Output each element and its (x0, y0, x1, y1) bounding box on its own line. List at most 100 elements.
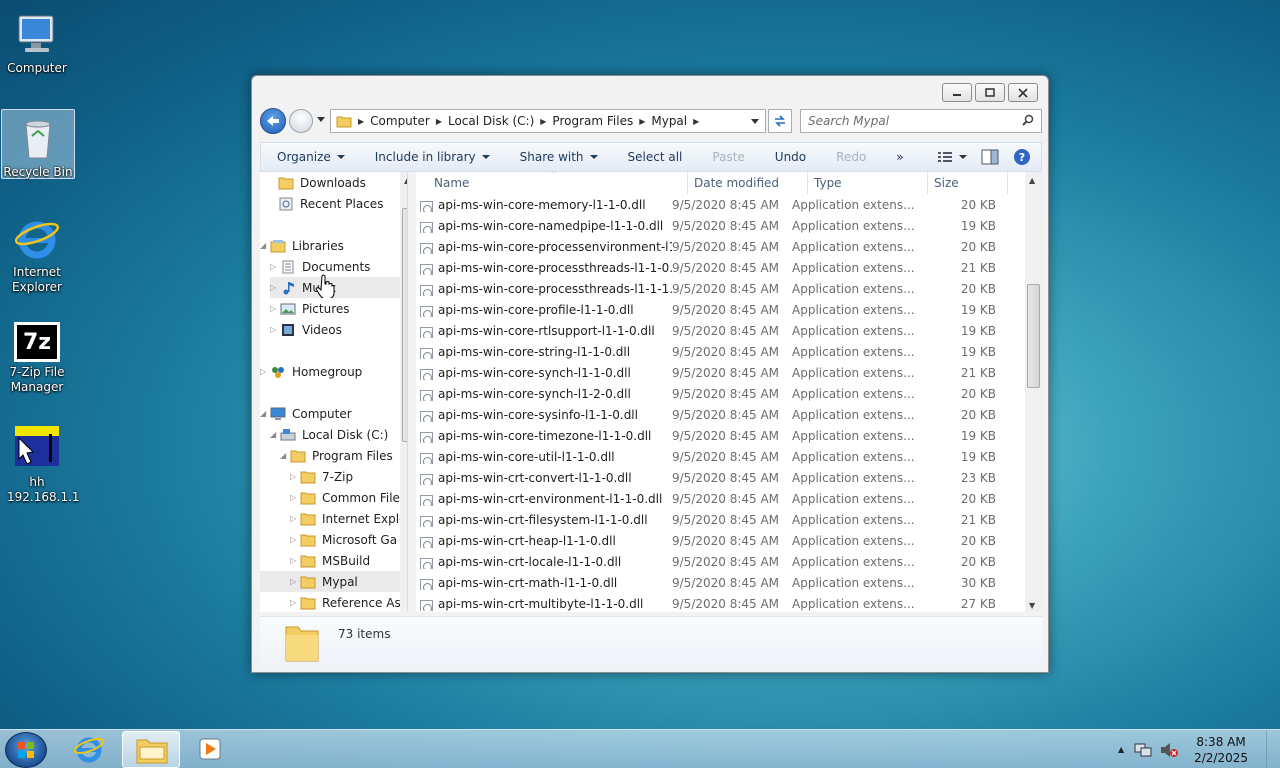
search-input[interactable]: Search Mypal (800, 109, 1042, 133)
nav-item-local-disk[interactable]: ◢ Local Disk (C:) (270, 424, 388, 445)
nav-item-music[interactable]: ▷ Music (270, 277, 400, 298)
nav-scrollbar[interactable]: ▲ (400, 172, 407, 612)
taskbar-windows-explorer[interactable] (122, 731, 180, 768)
expand-arrow-icon[interactable]: ▷ (260, 367, 270, 376)
nav-item-computer[interactable]: ◢ Computer (260, 403, 352, 424)
nav-item-folder-selected[interactable]: ▷ Mypal (260, 571, 400, 592)
nav-scrollbar-thumb[interactable] (402, 208, 407, 442)
expand-arrow-icon[interactable]: ▷ (270, 325, 280, 334)
nav-item-homegroup[interactable]: ▷ Homegroup (260, 361, 362, 382)
include-in-library-button[interactable]: Include in library (375, 150, 490, 164)
file-row[interactable]: api-ms-win-core-memory-l1-1-0.dll 9/5/202… (416, 194, 1026, 215)
column-header-date[interactable]: Date modified (688, 172, 808, 194)
taskbar-media-player[interactable] (182, 731, 240, 768)
nav-item-folder[interactable]: ▷ Microsoft Ga (290, 529, 397, 550)
desktop-icon-7zip[interactable]: 7z 7-Zip File Manager (0, 318, 74, 395)
show-desktop-button[interactable] (1266, 730, 1280, 768)
breadcrumb-mypal[interactable]: Mypal (647, 114, 691, 128)
expand-arrow-icon[interactable]: ▷ (290, 472, 300, 481)
expand-arrow-icon[interactable]: ▷ (290, 493, 300, 502)
nav-item-program-files[interactable]: ◢ Program Files (280, 445, 393, 466)
back-button[interactable] (260, 108, 286, 134)
organize-button[interactable]: Organize (277, 150, 345, 164)
breadcrumb-program-files[interactable]: Program Files (548, 114, 637, 128)
file-list-scrollbar[interactable]: ▲ ▼ (1025, 172, 1042, 612)
file-row[interactable]: api-ms-win-core-synch-l1-2-0.dll 9/5/2020… (416, 383, 1026, 404)
file-row[interactable]: api-ms-win-crt-environment-l1-1-0.dll 9/5… (416, 488, 1026, 509)
nav-item-folder[interactable]: ▷ Reference As (290, 592, 401, 612)
expand-arrow-icon[interactable]: ▷ (290, 535, 300, 544)
share-with-button[interactable]: Share with (520, 150, 598, 164)
file-row[interactable]: api-ms-win-core-processthreads-l1-1-0.dl… (416, 257, 1026, 278)
file-row[interactable]: api-ms-win-core-processenvironment-l1...… (416, 236, 1026, 257)
taskbar-internet-explorer[interactable] (60, 731, 118, 768)
desktop-icon-hh[interactable]: hh 192.168.1.1 (0, 420, 80, 505)
scroll-up-icon[interactable]: ▲ (1029, 176, 1035, 185)
nav-item-libraries[interactable]: ◢ Libraries (260, 235, 344, 256)
paste-button[interactable]: Paste (712, 150, 744, 164)
file-row[interactable]: api-ms-win-core-sysinfo-l1-1-0.dll 9/5/20… (416, 404, 1026, 425)
expand-arrow-icon[interactable]: ◢ (270, 430, 280, 439)
nav-item-folder[interactable]: ▷ MSBuild (290, 550, 370, 571)
file-row[interactable]: api-ms-win-crt-convert-l1-1-0.dll 9/5/202… (416, 467, 1026, 488)
desktop-icon-computer[interactable]: Computer (0, 6, 74, 76)
file-row[interactable]: api-ms-win-core-synch-l1-1-0.dll 9/5/2020… (416, 362, 1026, 383)
nav-item-folder[interactable]: ▷ 7-Zip (290, 466, 353, 487)
file-row[interactable]: api-ms-win-crt-multibyte-l1-1-0.dll 9/5/2… (416, 593, 1026, 612)
address-dropdown-icon[interactable] (751, 118, 759, 124)
scroll-up-icon[interactable]: ▲ (404, 176, 407, 185)
nav-item-recent-places[interactable]: Recent Places (278, 193, 383, 214)
column-header-size[interactable]: Size (928, 172, 1008, 194)
file-row[interactable]: api-ms-win-core-profile-l1-1-0.dll 9/5/20… (416, 299, 1026, 320)
expand-arrow-icon[interactable]: ▷ (290, 514, 300, 523)
desktop-icon-recycle-bin[interactable]: Recycle Bin (1, 109, 75, 179)
nav-item-videos[interactable]: ▷ Videos (270, 319, 342, 340)
refresh-button[interactable] (768, 109, 792, 133)
maximize-button[interactable] (975, 83, 1005, 102)
file-row[interactable]: api-ms-win-core-rtlsupport-l1-1-0.dll 9/5… (416, 320, 1026, 341)
expand-arrow-icon[interactable]: ▷ (270, 283, 280, 292)
show-hidden-icons-button[interactable]: ▲ (1118, 745, 1124, 754)
file-row[interactable]: api-ms-win-core-string-l1-1-0.dll 9/5/202… (416, 341, 1026, 362)
select-all-button[interactable]: Select all (628, 150, 683, 164)
file-row[interactable]: api-ms-win-crt-filesystem-l1-1-0.dll 9/5/… (416, 509, 1026, 530)
expand-arrow-icon[interactable]: ◢ (260, 241, 270, 250)
preview-pane-icon[interactable] (981, 149, 999, 165)
address-bar[interactable]: ▶ Computer ▶ Local Disk (C:) ▶ Program F… (330, 109, 766, 133)
more-commands-button[interactable]: » (896, 150, 903, 164)
minimize-button[interactable] (942, 83, 972, 102)
nav-item-folder[interactable]: ▷ Internet Explo (290, 508, 406, 529)
expand-arrow-icon[interactable]: ▷ (270, 262, 280, 271)
desktop-icon-internet-explorer[interactable]: Internet Explorer (0, 210, 74, 295)
file-row[interactable]: api-ms-win-crt-heap-l1-1-0.dll 9/5/2020 8… (416, 530, 1026, 551)
start-button[interactable] (5, 732, 47, 768)
file-row[interactable]: api-ms-win-crt-math-l1-1-0.dll 9/5/2020 8… (416, 572, 1026, 593)
expand-arrow-icon[interactable]: ◢ (260, 409, 270, 418)
expand-arrow-icon[interactable]: ▷ (270, 304, 280, 313)
expand-arrow-icon[interactable]: ▷ (290, 598, 300, 607)
help-icon[interactable]: ? (1013, 148, 1031, 166)
file-row[interactable]: api-ms-win-core-util-l1-1-0.dll 9/5/2020 … (416, 446, 1026, 467)
clock[interactable]: 8:38 AM 2/2/2025 (1194, 734, 1248, 766)
nav-item-pictures[interactable]: ▷ Pictures (270, 298, 350, 319)
file-row[interactable]: api-ms-win-core-processthreads-l1-1-1.dl… (416, 278, 1026, 299)
change-view-button[interactable] (937, 150, 967, 164)
undo-button[interactable]: Undo (775, 150, 806, 164)
expand-arrow-icon[interactable]: ◢ (280, 451, 290, 460)
column-header-name[interactable]: Name (428, 172, 688, 194)
nav-item-folder[interactable]: ▷ Common File (290, 487, 400, 508)
forward-button[interactable] (289, 109, 313, 133)
file-row[interactable]: api-ms-win-core-namedpipe-l1-1-0.dll 9/5/… (416, 215, 1026, 236)
nav-item-downloads[interactable]: Downloads (278, 172, 366, 193)
expand-arrow-icon[interactable]: ▷ (290, 556, 300, 565)
scroll-down-icon[interactable]: ▼ (1029, 601, 1035, 610)
network-icon[interactable] (1134, 742, 1152, 758)
expand-arrow-icon[interactable]: ▷ (290, 577, 300, 586)
recent-pages-dropdown[interactable] (317, 117, 325, 122)
file-list-scrollbar-thumb[interactable] (1027, 284, 1040, 388)
volume-muted-icon[interactable] (1160, 742, 1179, 758)
column-header-type[interactable]: Type (808, 172, 928, 194)
file-row[interactable]: api-ms-win-crt-locale-l1-1-0.dll 9/5/2020… (416, 551, 1026, 572)
file-row[interactable]: api-ms-win-core-timezone-l1-1-0.dll 9/5/2… (416, 425, 1026, 446)
close-button[interactable] (1008, 83, 1038, 102)
